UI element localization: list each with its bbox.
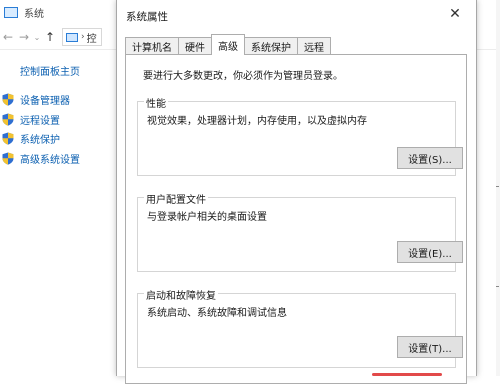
tab-system-protection[interactable]: 系统保护 (244, 37, 298, 54)
computer-icon (4, 6, 18, 18)
system-properties-dialog: 系统属性 ✕ 计算机名 硬件 高级 系统保护 远程 要进行大多数更改，你必须作为… (116, 0, 477, 384)
performance-description: 视觉效果，处理器计划，内存使用，以及虚拟内存 (147, 116, 367, 127)
sidebar-item-device-manager[interactable]: 设备管理器 (2, 90, 80, 110)
startup-recovery-settings-button[interactable]: 设置(T)... (397, 336, 463, 358)
chevron-right-icon: › (81, 32, 85, 42)
shield-icon (2, 152, 14, 165)
performance-group-title: 性能 (144, 95, 168, 110)
tab-hardware[interactable]: 硬件 (178, 37, 212, 54)
startup-recovery-description: 系统启动、系统故障和调试信息 (147, 308, 287, 319)
shield-icon (2, 113, 14, 126)
dialog-title: 系统属性 (126, 11, 168, 23)
sidebar-links: 设备管理器 远程设置 系统保护 高级系统设置 (2, 90, 80, 168)
sidebar-item-label: 系统保护 (20, 135, 60, 147)
tab-advanced[interactable]: 高级 (211, 34, 245, 55)
dropdown-chevron-icon[interactable]: ⌄ (32, 33, 42, 42)
user-profiles-group: 用户配置文件 与登录帐户相关的桌面设置 设置(E)... (137, 191, 463, 272)
performance-group: 性能 视觉效果，处理器计划，内存使用，以及虚拟内存 设置(S)... (137, 95, 463, 176)
scrollbar[interactable] (496, 0, 500, 376)
back-arrow-icon[interactable]: ← (0, 30, 16, 44)
close-icon[interactable]: ✕ (444, 4, 466, 24)
shield-icon (2, 93, 14, 106)
startup-recovery-group: 启动和故障恢复 系统启动、系统故障和调试信息 设置(T)... (137, 287, 463, 368)
sidebar-item-label: 远程设置 (20, 115, 60, 127)
user-profiles-description: 与登录帐户相关的桌面设置 (147, 212, 267, 223)
control-panel-home-link[interactable]: 控制面板主页 (20, 63, 80, 78)
admin-note: 要进行大多数更改，你必须作为管理员登录。 (143, 71, 343, 82)
up-arrow-icon[interactable]: ↑ (42, 30, 58, 44)
address-text: 控 (86, 33, 97, 45)
tab-computer-name[interactable]: 计算机名 (125, 37, 179, 54)
sidebar-item-remote-settings[interactable]: 远程设置 (2, 110, 80, 130)
sidebar-item-system-protection[interactable]: 系统保护 (2, 129, 80, 149)
performance-settings-button[interactable]: 设置(S)... (397, 147, 463, 169)
tab-strip: 计算机名 硬件 高级 系统保护 远程 (125, 34, 331, 55)
sidebar-item-advanced-system-settings[interactable]: 高级系统设置 (2, 149, 80, 169)
startup-recovery-group-title: 启动和故障恢复 (144, 287, 218, 302)
scroll-tick (496, 286, 499, 287)
system-window-title: 系统 (24, 8, 44, 20)
address-bar[interactable]: › 控 (62, 28, 102, 46)
user-profiles-settings-button[interactable]: 设置(E)... (397, 241, 463, 263)
system-window-titlebar: 系统 (0, 0, 120, 24)
user-profiles-group-title: 用户配置文件 (144, 191, 208, 206)
sidebar-item-label: 高级系统设置 (20, 154, 80, 166)
scroll-tick (496, 186, 499, 187)
tab-remote[interactable]: 远程 (297, 37, 331, 54)
shield-icon (2, 132, 14, 145)
computer-icon (66, 32, 78, 42)
sidebar-item-label: 设备管理器 (20, 96, 70, 108)
forward-arrow-icon[interactable]: → (16, 30, 32, 44)
